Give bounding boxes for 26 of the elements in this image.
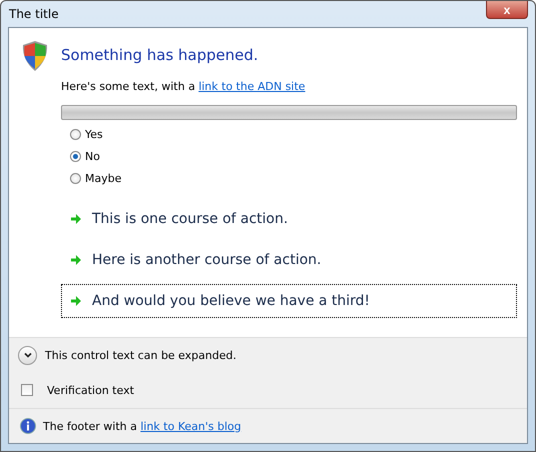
shield-icon: [21, 40, 49, 72]
arrow-icon: [70, 254, 82, 266]
expander-label: This control text can be expanded.: [45, 348, 236, 362]
main-instruction: Something has happened.: [61, 46, 258, 64]
radio-label[interactable]: Maybe: [85, 172, 122, 184]
command-link[interactable]: This is one course of action.: [61, 202, 517, 236]
checkbox-label[interactable]: Verification text: [47, 384, 134, 396]
radio-button[interactable]: [70, 128, 81, 140]
footer-text: The footer with a link to Kean's blog: [43, 420, 242, 432]
info-icon: [20, 418, 36, 434]
chevron-icon: [22, 350, 32, 360]
checkbox[interactable]: [21, 384, 33, 396]
expand-button[interactable]: [18, 346, 37, 364]
radio-button[interactable]: [70, 172, 81, 184]
radio-label[interactable]: No: [85, 150, 100, 162]
arrow-icon: [70, 213, 82, 225]
radio-label[interactable]: Yes: [85, 128, 103, 140]
command-link[interactable]: Here is another course of action.: [61, 243, 517, 277]
link[interactable]: link to the ADN site: [198, 80, 306, 93]
content-text: Here's some text, with a link to the ADN site: [61, 80, 306, 93]
link[interactable]: link to Kean's blog: [140, 420, 242, 432]
arrow-icon: [70, 295, 82, 307]
window-title: The title: [8, 7, 59, 21]
radio-button[interactable]: [70, 150, 81, 162]
close-button[interactable]: x: [486, 1, 528, 19]
command-link[interactable]: And would you believe we have a third!: [61, 284, 517, 318]
